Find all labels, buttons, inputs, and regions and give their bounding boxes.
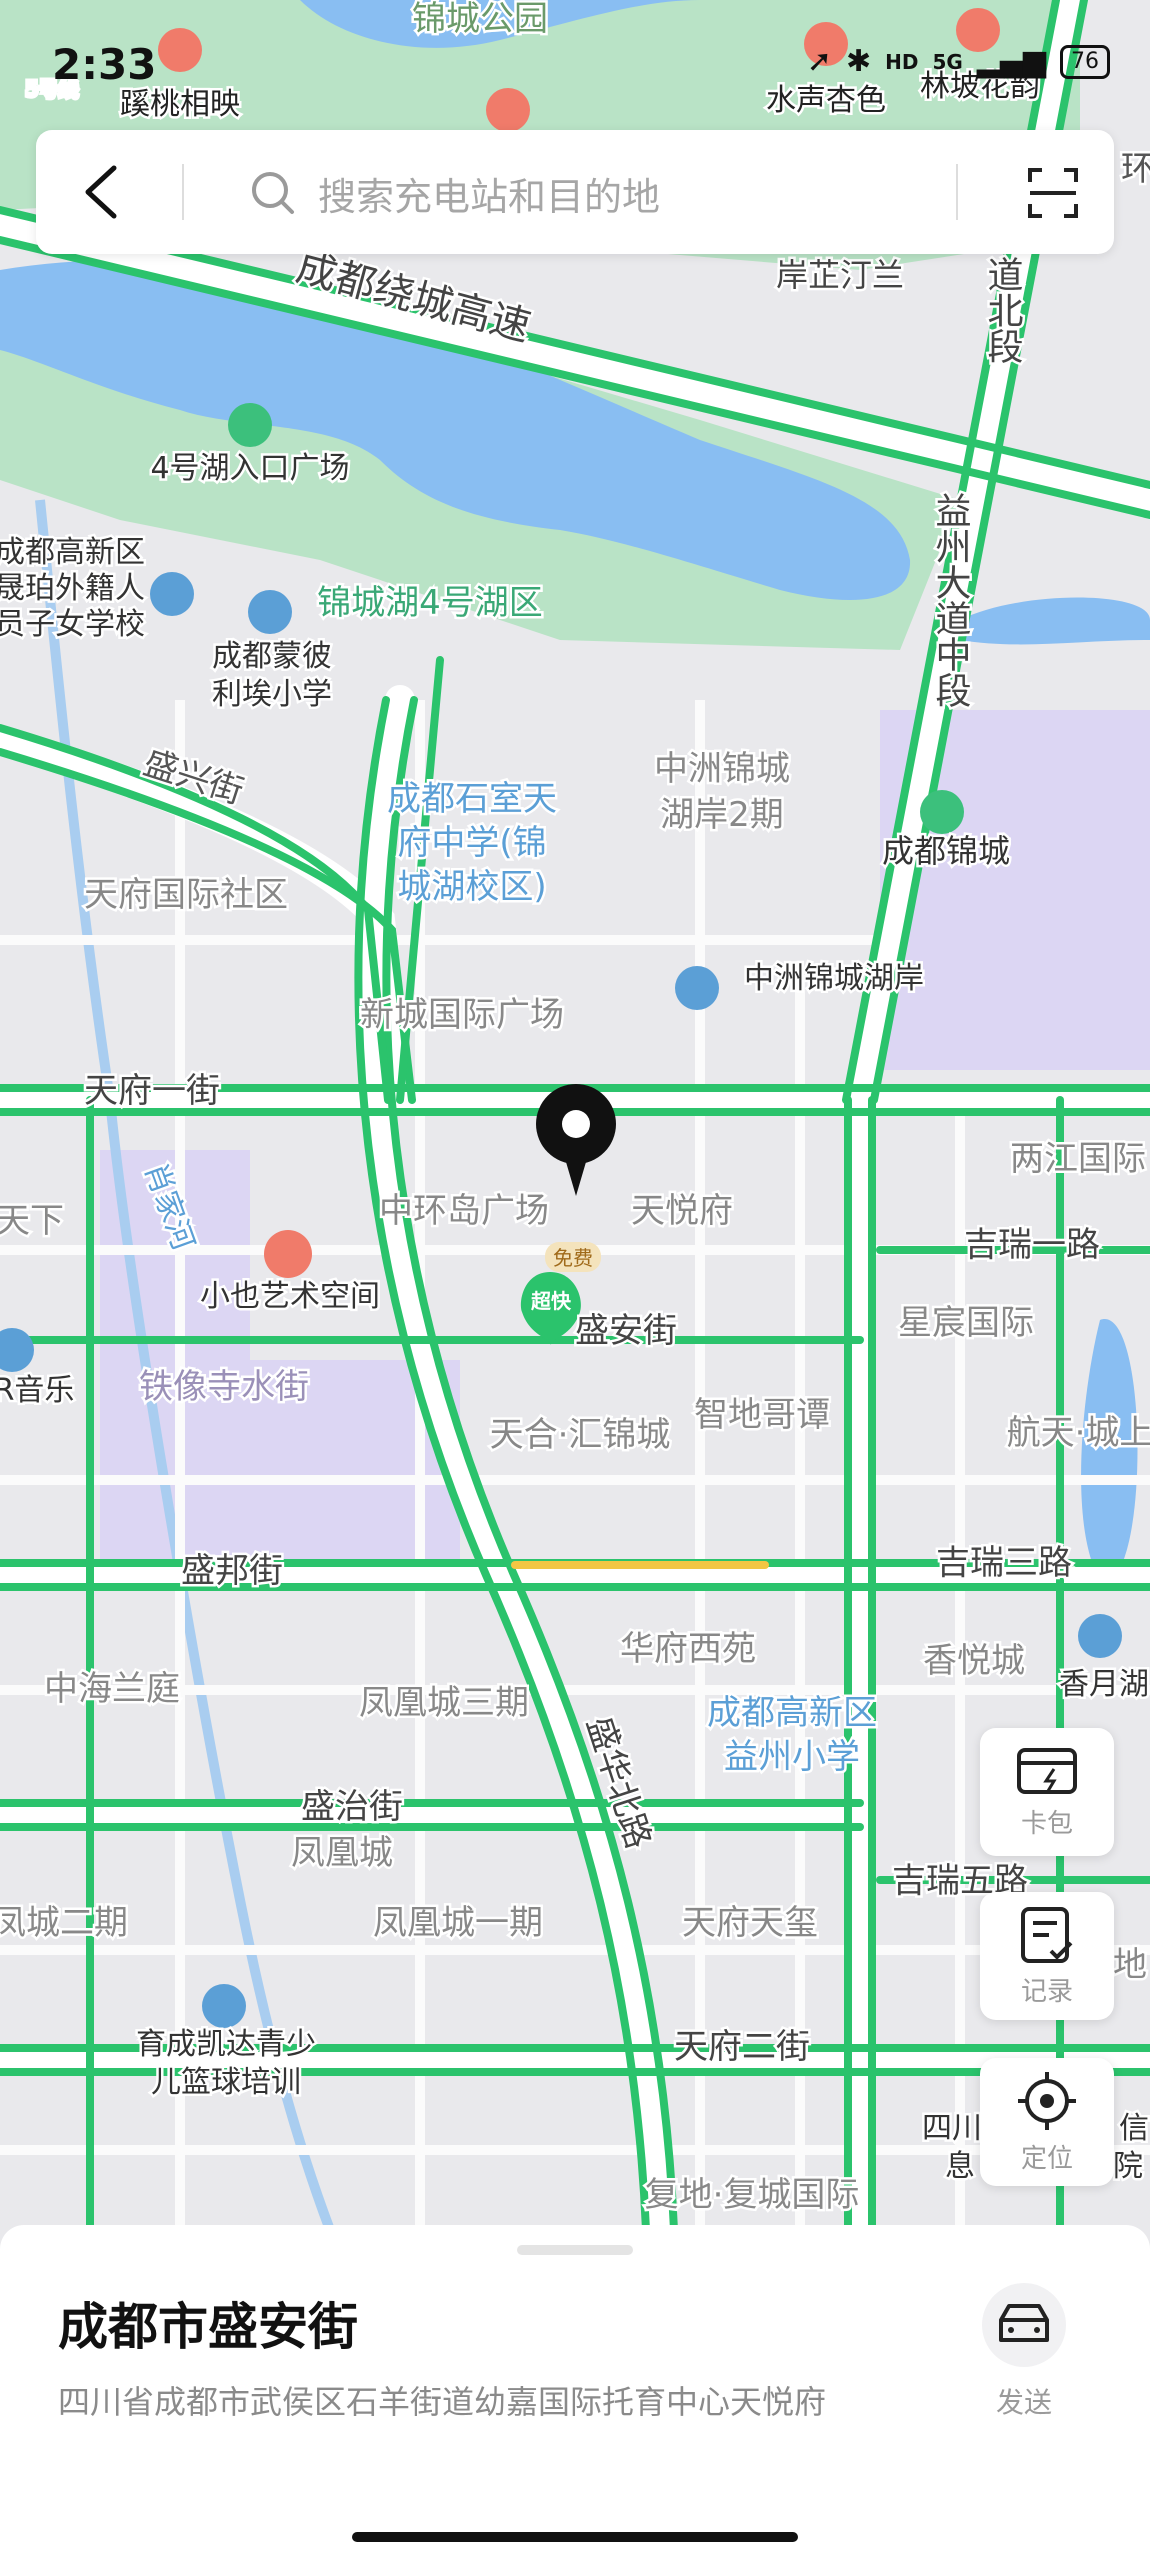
map-label-zhongzhou2: 中洲锦城 <box>654 749 790 789</box>
map-label-montessori2: 利埃小学 <box>212 677 332 712</box>
map-label-huan: 环 <box>1121 149 1150 189</box>
map-label-fenghuang2: 凤城二期 <box>0 1903 128 1943</box>
bluetooth-icon: ✱ <box>845 44 872 79</box>
map-label-fenghuang1: 凤凰城一期 <box>373 1903 543 1943</box>
map-label-jirui3: 吉瑞三路 <box>936 1543 1072 1583</box>
badge-free: 免费 <box>553 1246 593 1270</box>
card-wallet-label: 卡包 <box>1020 1808 1073 1839</box>
card-lightning-icon <box>1017 1747 1077 1794</box>
network-label: 5G <box>932 49 963 74</box>
map-label-tianhe: 天合·汇锦城 <box>490 1415 671 1455</box>
map-label-tianfu2: 天府二街 <box>674 2027 810 2067</box>
location-arrow-icon: ➚ <box>806 44 832 79</box>
records-button[interactable]: 记录 <box>980 1892 1114 2020</box>
send-icon-circle <box>982 2283 1066 2367</box>
search-input[interactable]: 搜索充电站和目的地 <box>318 166 660 221</box>
card-wallet-button[interactable]: 卡包 <box>980 1728 1114 1856</box>
map-label-zhonghuan: 中环岛广场 <box>379 1191 549 1231</box>
status-bar: 2:33 ➚ ✱ HD 5G ▂▄▆ 76 <box>0 0 1150 130</box>
place-title: 成都市盛安街 <box>58 2298 358 2356</box>
sheet-handle[interactable] <box>517 2245 633 2255</box>
back-button[interactable] <box>66 156 138 228</box>
signal-icon: ▂▄▆ <box>976 44 1046 79</box>
map-label-tiexiang: 铁像寺水街 <box>139 1367 309 1407</box>
map-label-tianfutianxi: 天府天玺 <box>682 1903 818 1943</box>
map-label-xiaoye: 小也艺术空间 <box>200 1279 380 1314</box>
map-label-fenghuang3: 凤凰城三期 <box>359 1683 529 1723</box>
map-label-shishi3: 城湖校区) <box>397 867 546 907</box>
map-label-highzone-school: 成都高新区 <box>0 535 145 570</box>
map-label-shishi2: 府中学(锦 <box>397 823 546 863</box>
map-label-cdjc: 成都锦城 <box>882 832 1010 870</box>
map-label-tianfu1: 天府一街 <box>84 1071 220 1111</box>
badge-super: 超快 <box>530 1289 572 1313</box>
map-label-anzhi: 岸芷汀兰 <box>776 256 904 294</box>
map-label-gaoxin-yizhou2: 益州小学 <box>724 1737 860 1777</box>
send-label: 发送 <box>995 2386 1052 2419</box>
map-label-jirui1: 吉瑞一路 <box>964 1225 1100 1265</box>
place-sheet[interactable]: 成都市盛安街 四川省成都市武侯区石羊街道幼嘉国际托育中心天悦府 发送 <box>0 2225 1150 2559</box>
map-label-yucheng: 育成凯达青少 <box>136 2027 316 2062</box>
send-to-car-button[interactable]: 发送 <box>974 2283 1074 2421</box>
divider <box>956 164 958 220</box>
map-label-xiangyue-lake: 香月湖 <box>1059 1667 1149 1702</box>
locate-button[interactable]: 定位 <box>980 2058 1114 2186</box>
map-label-fenghuang: 凤凰城 <box>291 1833 393 1873</box>
crosshair-icon <box>1018 2071 1076 2130</box>
map-label-hangtian: 航天·城上 <box>1007 1413 1150 1453</box>
map-label-dao-bei-duan: 道北段 <box>982 256 1023 364</box>
map-canvas[interactable]: 免费 超快 锦城公园蹊桃相映5号线 水声杏色 林坡花韵环岸芷汀兰成都绕城高速 道北段4… <box>0 0 1150 2559</box>
map-label-zhongzhou2b: 湖岸2期 <box>660 795 784 835</box>
place-address: 四川省成都市武侯区石羊街道幼嘉国际托育中心天悦府 <box>58 2383 827 2421</box>
search-icon <box>252 172 294 214</box>
scan-icon <box>1028 168 1078 218</box>
status-time: 2:33 <box>52 40 157 89</box>
map-label-yuan: 院 <box>1113 2149 1143 2184</box>
map-label-lake4-entry: 4号湖入口广场 <box>150 451 349 486</box>
map-label-shishi: 成都石室天 <box>387 779 557 819</box>
status-icons: ➚ ✱ HD 5G ▂▄▆ 76 <box>807 44 1110 79</box>
car-send-icon <box>999 2304 1049 2342</box>
map-label-lake4-area: 锦城湖4号湖区 <box>317 583 543 623</box>
battery-icon: 76 <box>1060 44 1110 79</box>
map-label-zhonghai: 中海兰庭 <box>44 1669 180 1709</box>
map-label-gaoxin-yizhou: 成都高新区 <box>707 1693 877 1733</box>
map-label-yucheng2: 儿篮球培训 <box>151 2065 301 2100</box>
locate-label: 定位 <box>1020 2143 1073 2174</box>
map-label-highzone-school3: 员子女学校 <box>0 607 145 642</box>
chevron-left-icon <box>85 165 117 219</box>
map-label-montessori: 成都蒙彼 <box>212 639 332 674</box>
records-icon <box>1021 1906 1073 1963</box>
map-label-tianyue: 天悦府 <box>631 1191 733 1231</box>
home-indicator[interactable] <box>352 2532 798 2542</box>
map-label-xingchen: 星宸国际 <box>898 1303 1034 1343</box>
map-label-zhongzhou-lake: 中洲锦城湖岸 <box>744 961 924 996</box>
map-label-highzone-school2: 晟珀外籍人 <box>0 571 145 606</box>
map-label-sichuan2: 息 <box>945 2149 975 2184</box>
map-label-tianfu-intl: 天府国际社区 <box>84 875 288 915</box>
map-label-liangjiang: 两江国际 <box>1010 1139 1146 1179</box>
map-label-music: R音乐 <box>0 1373 74 1408</box>
map-label-xin: 信 <box>1119 2111 1149 2146</box>
scan-button[interactable] <box>1018 158 1088 228</box>
map-label-tianxia: 天下 <box>0 1201 64 1241</box>
search-bar[interactable]: 搜索充电站和目的地 <box>36 130 1114 254</box>
map-label-xiangyue: 香悦城 <box>923 1641 1025 1681</box>
hd-label: HD <box>885 49 919 74</box>
map-label-zhidi: 智地哥谭 <box>694 1395 830 1435</box>
map-label-shengan: 盛安街 <box>575 1311 677 1351</box>
map-label-fudi: 复地·复城国际 <box>645 2175 860 2215</box>
map-label-di: 地 <box>1113 1945 1147 1985</box>
map-label-sichuan: 四川 <box>922 2111 982 2146</box>
records-label: 记录 <box>1020 1976 1073 2007</box>
map-label-yizhou-mid: 益州大道中段 <box>930 492 971 708</box>
divider <box>182 164 184 220</box>
map-label-huafu: 华府西苑 <box>620 1629 756 1669</box>
map-label-shengzhi: 盛治街 <box>301 1787 403 1827</box>
map-label-xincheng: 新城国际广场 <box>360 995 564 1035</box>
map-label-shengbang: 盛邦街 <box>181 1551 283 1591</box>
